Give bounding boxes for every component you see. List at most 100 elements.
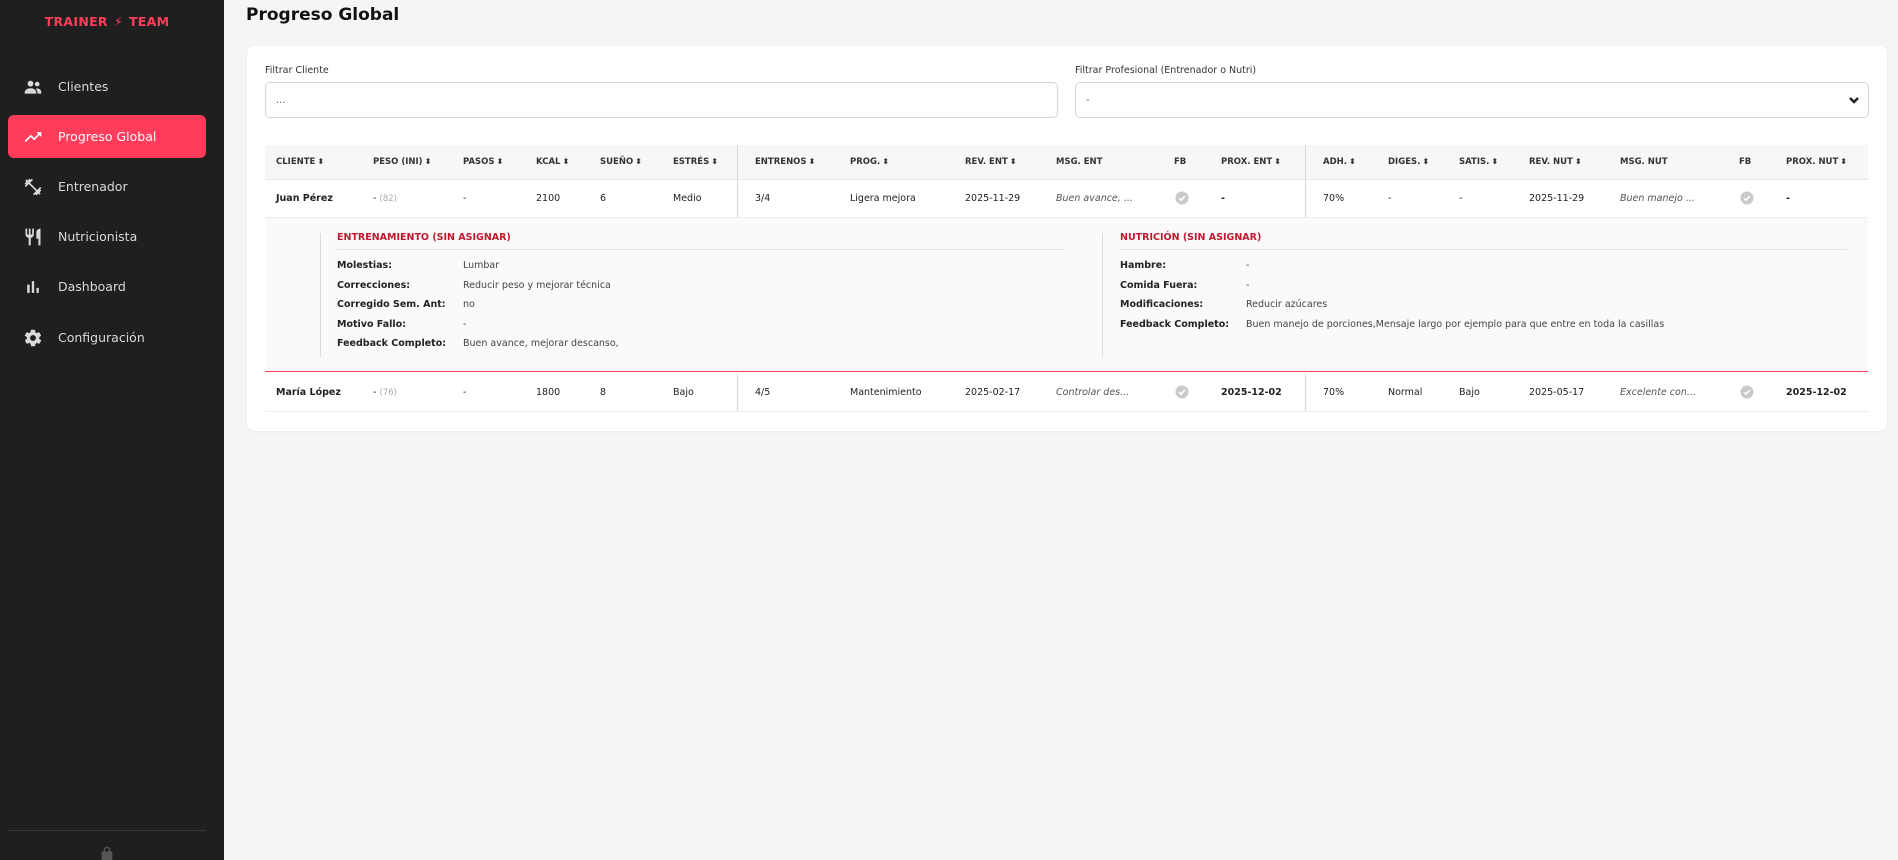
detail-value: - — [463, 319, 467, 330]
sidebar-item-label: Entrenador — [58, 179, 128, 194]
table-row[interactable]: Juan Pérez - (82) - 2100 6 Medio 3/4 Lig… — [265, 180, 1868, 218]
cell-satis: Bajo — [1459, 387, 1480, 398]
cell-rev-ent: 2025-02-17 — [965, 387, 1021, 398]
detail-key: Hambre: — [1120, 260, 1166, 271]
filter-professional-label: Filtrar Profesional (Entrenador o Nutri) — [1075, 65, 1257, 76]
cell-prog: Ligera mejora — [850, 193, 916, 204]
th-peso[interactable]: PESO (INI) ⬍ — [373, 157, 431, 167]
th-estres[interactable]: ESTRÉS ⬍ — [673, 157, 718, 167]
sort-icon: ⬍ — [1274, 157, 1281, 166]
sort-icon: ⬍ — [1422, 157, 1430, 166]
cell-prog: Mantenimiento — [850, 387, 922, 398]
cell-estres: Bajo — [673, 387, 694, 398]
brand-right: TEAM — [128, 14, 170, 29]
detail-key: Feedback Completo: — [1120, 319, 1230, 330]
cell-rev-ent: 2025-11-29 — [965, 193, 1021, 204]
sort-icon: ⬍ — [496, 157, 504, 166]
th-adh[interactable]: ADH. ⬍ — [1323, 157, 1356, 167]
check-circle-icon[interactable] — [1740, 385, 1754, 399]
detail-key: Motivo Fallo: — [337, 319, 406, 330]
sort-icon: ⬍ — [808, 157, 816, 166]
th-entrenos[interactable]: ENTRENOS ⬍ — [755, 157, 815, 167]
filter-client-input[interactable]: ... — [265, 82, 1058, 118]
cell-adh: 70% — [1323, 193, 1345, 204]
th-prox-ent[interactable]: PROX. ENT ⬍ — [1221, 157, 1281, 167]
cell-cliente: María López — [276, 387, 341, 398]
detail-key: Modificaciones: — [1120, 299, 1204, 310]
cell-adh: 70% — [1323, 387, 1345, 398]
detail-value: Buen manejo de porciones,Mensaje largo p… — [1246, 319, 1665, 330]
cell-satis: - — [1459, 193, 1463, 204]
cell-kcal: 1800 — [536, 387, 561, 398]
th-fb-ent: FB — [1174, 157, 1187, 167]
cell-diges: - — [1388, 193, 1392, 204]
th-msg-nut: MSG. NUT — [1620, 157, 1668, 167]
th-diges[interactable]: DIGES. ⬍ — [1388, 157, 1429, 167]
check-circle-icon[interactable] — [1740, 191, 1754, 205]
sort-icon: ⬍ — [1348, 157, 1356, 166]
utensils-icon — [20, 227, 46, 247]
cell-sueno: 8 — [600, 387, 607, 398]
brand-left: TRAINER — [44, 14, 108, 29]
detail-value: no — [463, 299, 475, 310]
cell-prox-nut: - — [1786, 193, 1790, 204]
th-sueno[interactable]: SUEÑO ⬍ — [600, 157, 642, 167]
sort-icon: ⬍ — [562, 157, 570, 166]
th-pasos[interactable]: PASOS ⬍ — [463, 157, 503, 167]
sidebar-item-dashboard[interactable]: Dashboard — [8, 265, 206, 308]
cell-msg-nut[interactable]: Excelente con... — [1620, 387, 1696, 398]
sidebar-item-entrenador[interactable]: Entrenador — [8, 165, 206, 208]
sidebar-item-label: Dashboard — [58, 279, 126, 294]
cell-prox-ent: - — [1221, 193, 1225, 204]
detail-value: Lumbar — [463, 260, 500, 271]
th-prox-nut[interactable]: PROX. NUT ⬍ — [1786, 157, 1847, 167]
th-kcal[interactable]: KCAL ⬍ — [536, 157, 569, 167]
cell-cliente: Juan Pérez — [276, 193, 333, 204]
cell-estres: Medio — [673, 193, 702, 204]
sort-icon: ⬍ — [882, 157, 889, 166]
detail-value: Reducir peso y mejorar técnica — [463, 280, 611, 291]
check-circle-icon[interactable] — [1175, 191, 1189, 205]
filter-professional-select[interactable]: - — [1075, 82, 1869, 118]
sidebar-divider — [8, 830, 206, 831]
cell-peso-ini: (76) — [379, 388, 397, 398]
cell-entrenos: 3/4 — [755, 193, 771, 204]
cell-msg-nut[interactable]: Buen manejo ... — [1620, 193, 1695, 204]
detail-value: - — [1246, 280, 1250, 291]
th-rev-nut[interactable]: REV. NUT ⬍ — [1529, 157, 1582, 167]
detail-key: Feedback Completo: — [337, 338, 447, 349]
cell-msg-ent[interactable]: Buen avance, ... — [1056, 193, 1133, 204]
filter-professional-value: - — [1086, 94, 1090, 106]
cell-peso: - (82) — [373, 193, 397, 204]
detail-accent-line — [320, 233, 321, 357]
th-cliente[interactable]: CLIENTE ⬍ — [276, 157, 324, 167]
nutrition-detail-title: NUTRICIÓN (SIN ASIGNAR) — [1120, 232, 1262, 243]
th-msg-ent: MSG. ENT — [1056, 157, 1103, 167]
cell-rev-nut: 2025-05-17 — [1529, 387, 1585, 398]
sidebar-item-nutricionista[interactable]: Nutricionista — [8, 215, 206, 258]
progress-card: Filtrar Cliente ... Filtrar Profesional … — [247, 46, 1887, 431]
th-fb-nut: FB — [1739, 157, 1752, 167]
cell-msg-ent[interactable]: Controlar des... — [1056, 387, 1129, 398]
sort-icon: ⬍ — [1840, 157, 1847, 166]
sidebar-item-clientes[interactable]: Clientes — [8, 65, 206, 108]
trending-up-icon — [20, 127, 46, 147]
sort-icon: ⬍ — [635, 157, 642, 166]
sidebar-item-progreso-global[interactable]: Progreso Global — [8, 115, 206, 158]
training-detail-title: ENTRENAMIENTO (SIN ASIGNAR) — [337, 232, 511, 243]
table-row[interactable]: María López - (76) - 1800 8 Bajo 4/5 Man… — [265, 374, 1868, 412]
lock-icon[interactable] — [99, 846, 115, 860]
sort-icon: ⬍ — [1009, 157, 1017, 166]
check-circle-icon[interactable] — [1175, 385, 1189, 399]
detail-divider — [337, 249, 1065, 250]
sort-icon: ⬍ — [317, 157, 325, 166]
detail-key: Molestias: — [337, 260, 392, 271]
sidebar-item-configuracion[interactable]: Configuración — [8, 316, 206, 359]
th-rev-ent[interactable]: REV. ENT ⬍ — [965, 157, 1016, 167]
bar-chart-icon — [20, 277, 46, 297]
sidebar: TRAINER ⚡ TEAM Clientes Progreso Global En… — [0, 0, 224, 860]
th-satis[interactable]: SATIS. ⬍ — [1459, 157, 1498, 167]
cell-prox-nut: 2025-12-02 — [1786, 387, 1847, 398]
th-prog[interactable]: PROG. ⬍ — [850, 157, 889, 167]
brand-logo[interactable]: TRAINER ⚡ TEAM — [0, 14, 214, 29]
